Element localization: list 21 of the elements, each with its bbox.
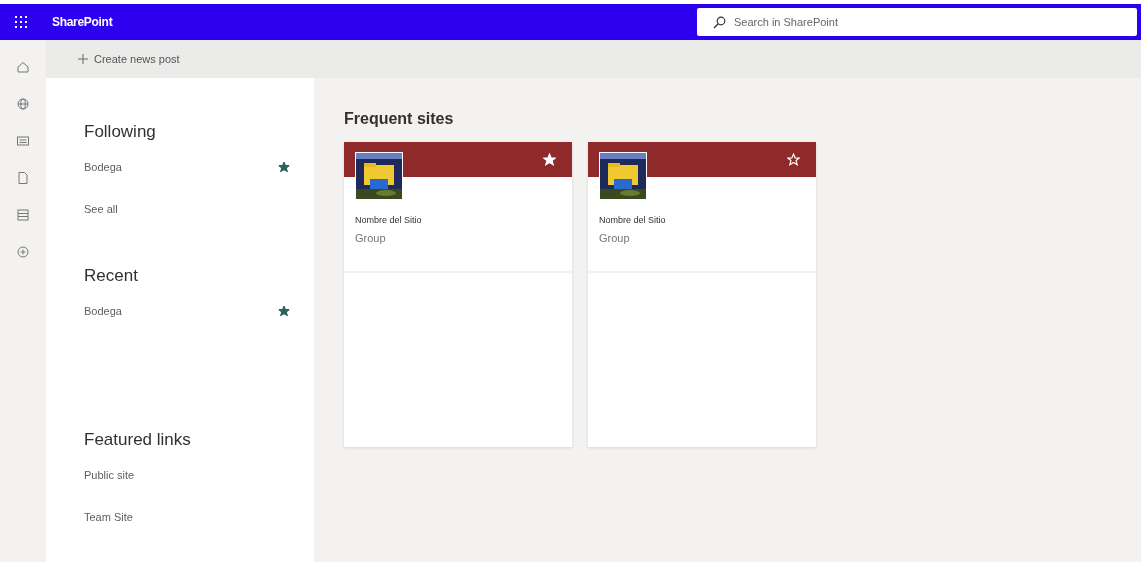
plus-icon xyxy=(78,54,88,64)
section-heading: Following xyxy=(84,122,157,142)
link[interactable]: See all xyxy=(84,203,118,215)
star-icon[interactable] xyxy=(278,161,290,173)
link[interactable]: Public site xyxy=(84,469,135,481)
site-name: Nombre del Sitio xyxy=(355,215,423,225)
site-name: Nombre del Sitio xyxy=(599,215,667,225)
section-heading: Frequent sites xyxy=(344,110,455,128)
app-title[interactable]: SharePoint xyxy=(52,15,113,29)
star-icon[interactable] xyxy=(278,305,290,317)
site-card[interactable]: Nombre del Sitio Group xyxy=(588,142,816,447)
section-heading: Recent xyxy=(84,266,139,286)
create-news-post-button[interactable]: Create news post xyxy=(74,49,184,69)
search-field[interactable]: Search in SharePoint xyxy=(697,8,1137,36)
site-type: Group xyxy=(355,232,387,244)
link[interactable]: Team Site xyxy=(84,511,133,523)
site-link[interactable]: Bodega xyxy=(84,305,122,317)
section-heading: Featured links xyxy=(84,430,192,450)
site-link[interactable]: Bodega xyxy=(84,161,122,173)
site-type: Group xyxy=(599,232,631,244)
site-card[interactable]: Nombre del Sitio Group xyxy=(344,142,572,447)
